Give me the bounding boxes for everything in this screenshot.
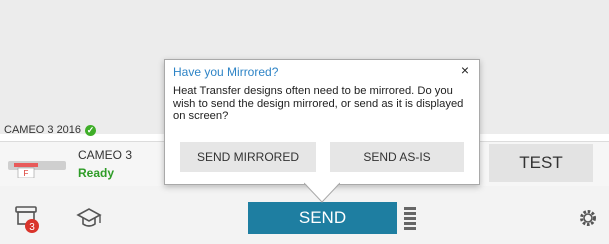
- test-button[interactable]: TEST: [489, 144, 593, 182]
- dialog-pointer: [304, 182, 340, 203]
- graduation-cap-icon[interactable]: [76, 206, 102, 230]
- dialog-title: Have you Mirrored?: [173, 65, 279, 79]
- thumb-letter: F: [24, 169, 29, 178]
- mirror-dialog: Have you Mirrored? × Heat Transfer desig…: [164, 59, 480, 185]
- send-as-is-button[interactable]: SEND AS-IS: [330, 142, 464, 172]
- close-icon[interactable]: ×: [461, 62, 469, 78]
- dialog-message: Heat Transfer designs often need to be m…: [173, 85, 464, 122]
- gear-icon[interactable]: [578, 208, 598, 228]
- machine-status: CAMEO 3 2016 ✓: [4, 124, 97, 136]
- check-icon: ✓: [85, 124, 97, 136]
- cutter-machine-icon: F: [8, 161, 66, 178]
- send-button[interactable]: SEND: [248, 202, 397, 234]
- device-status: Ready: [78, 166, 115, 180]
- library-icon[interactable]: 3: [14, 204, 42, 234]
- library-badge: 3: [29, 222, 35, 233]
- send-mirrored-button[interactable]: SEND MIRRORED: [180, 142, 316, 172]
- device-name: CAMEO 3: [78, 148, 133, 162]
- machine-model-label: CAMEO 3 2016: [4, 124, 82, 136]
- queue-icon[interactable]: [404, 206, 416, 230]
